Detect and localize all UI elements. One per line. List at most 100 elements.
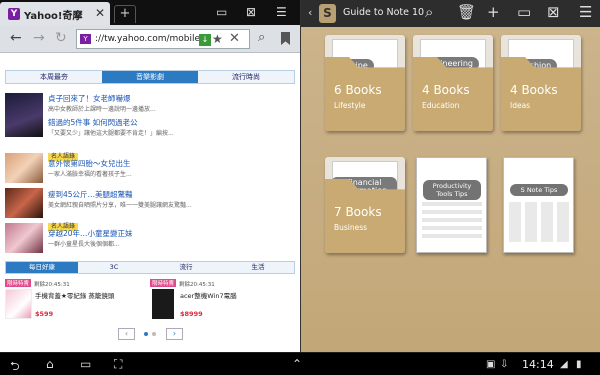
news-headline[interactable]: 意外懷第四胎～女兒出生: [48, 158, 131, 170]
news-headline[interactable]: 錯過的5件事 如何閃過老公: [48, 117, 138, 129]
note-title: Productivity Tools Tips: [423, 180, 481, 200]
yahoo-favicon-icon: Y: [80, 34, 91, 44]
folder-count: 4 Books: [510, 83, 558, 97]
folder-lifestyle[interactable]: Recipe 6 Books Lifestyle: [325, 35, 405, 131]
clock: 14:14: [522, 358, 554, 371]
note-preview: [509, 202, 569, 242]
snote-app-icon[interactable]: S: [319, 4, 336, 23]
prev-page-button[interactable]: ‹: [118, 328, 135, 340]
delete-icon[interactable]: 🗑: [457, 3, 476, 21]
product-price: $599: [35, 310, 54, 318]
search-icon[interactable]: ⌕: [258, 30, 265, 45]
note-productivity-tips[interactable]: Productivity Tools Tips: [416, 157, 487, 253]
add-icon[interactable]: +: [487, 3, 500, 21]
browser-window: Y Yahoo!奇摩 ✕ + ▭ ⊠ ☰ ← → ↻ Y ://tw.yahoo…: [0, 0, 300, 352]
news-summary: 美女網紅親自晒照片分享，唯一一雙美腿讓網友驚豔...: [48, 202, 192, 209]
wifi-icon: ◢: [560, 359, 568, 370]
back-nav-icon[interactable]: ⮌: [10, 357, 20, 375]
daily-tab-deals[interactable]: 每日好康: [6, 262, 78, 273]
product-image: [152, 289, 174, 319]
web-page: 本周最夯 音樂影劇 流行時尚 貞子回來了！女老師嚇爆 高中女教師於上課時一邊說明…: [0, 53, 300, 352]
url-text: ://tw.yahoo.com/mobile/: [95, 34, 204, 44]
news-item[interactable]: 名人語錄 意外懷第四胎～女兒出生 一家人滿臉幸福的看著孩子生...: [5, 153, 295, 187]
product-name: acer整機Win7電腦: [180, 292, 237, 300]
bookmark-icon[interactable]: [281, 32, 290, 45]
sale-tag: 限時特賣: [5, 279, 32, 287]
browser-tab-bar: Y Yahoo!奇摩 ✕ + ▭ ⊠ ☰: [0, 0, 300, 25]
note-title: S Note Tips: [510, 184, 568, 196]
folder-count: 7 Books: [334, 205, 382, 219]
news-headline[interactable]: 瘦到45公斤…美腿超驚豔: [48, 189, 133, 201]
product-card[interactable]: 限時特賣 剩餘20:45:31 acer整機Win7電腦 $8999: [150, 279, 290, 325]
daily-tab-fashion[interactable]: 流行: [150, 262, 222, 273]
news-headline[interactable]: 貞子回來了！女老師嚇爆: [48, 93, 131, 105]
page-dot-active: [144, 332, 148, 336]
download-icon: ⇩: [500, 359, 509, 370]
news-item[interactable]: 貞子回來了！女老師嚇爆 高中女教師於上課時一邊說明一邊播放... 錯過的5件事 …: [5, 93, 295, 141]
home-icon[interactable]: ⌂: [46, 357, 54, 371]
folder-education[interactable]: Engineering 4 Books Education: [413, 35, 493, 131]
countdown: 剩餘20:45:31: [179, 282, 215, 288]
split-view-icon[interactable]: ▭: [517, 3, 531, 21]
yahoo-logo-icon: Y: [8, 8, 20, 20]
split-view-icon[interactable]: ▭: [216, 5, 227, 19]
menu-icon[interactable]: ☰: [276, 5, 287, 19]
news-summary: 高中女教師於上課時一邊說明一邊播放...: [48, 106, 156, 113]
daily-deal-tabs: 每日好康 3C 流行 生活: [5, 261, 295, 274]
next-page-button[interactable]: ›: [166, 328, 183, 340]
news-thumbnail: [5, 223, 43, 253]
tab-title: Yahoo!奇摩: [24, 11, 83, 22]
category-tab-weekly[interactable]: 本周最夯: [6, 71, 102, 83]
folder-ideas[interactable]: Fashion 4 Books Ideas: [501, 35, 581, 131]
news-summary: 「又要又少」讓他這大腿都要不肯走！」編按...: [48, 130, 174, 137]
category-tab-fashion[interactable]: 流行時尚: [198, 71, 294, 83]
folder-category: Lifestyle: [334, 101, 366, 110]
forward-arrow-icon[interactable]: →: [33, 30, 45, 46]
countdown: 剩餘20:45:31: [34, 282, 70, 288]
search-icon[interactable]: ⌕: [425, 3, 433, 21]
gallery-icon: ▣: [486, 359, 496, 370]
snote-action-bar: ‹ S Guide to Note 10 ⌕ 🗑 + ▭ ⊠ ☰: [301, 0, 600, 27]
news-thumbnail: [5, 188, 43, 218]
snote-title: Guide to Note 10: [343, 7, 425, 18]
product-card[interactable]: 限時特賣 剩餘20:45:31 手機背蓋★零紀錄 蒸籠鏡頭 $599: [5, 279, 145, 325]
recent-apps-icon[interactable]: ▭: [80, 357, 91, 371]
folder-count: 4 Books: [422, 83, 470, 97]
star-icon[interactable]: ★: [212, 32, 223, 46]
folder-business[interactable]: Financial Information 7 Books Business: [325, 157, 405, 253]
folder-category: Ideas: [510, 101, 531, 110]
browser-tab-yahoo[interactable]: Y Yahoo!奇摩 ✕: [0, 2, 110, 25]
news-summary: 一家人滿臉幸福的看著孩子生...: [48, 171, 132, 178]
news-summary: 一群小童星長大後個個都...: [48, 241, 120, 248]
download-icon[interactable]: ↓: [199, 34, 211, 46]
category-tabs: 本周最夯 音樂影劇 流行時尚: [5, 70, 295, 84]
chevron-up-icon[interactable]: ⌃: [292, 357, 302, 371]
back-icon[interactable]: ‹: [308, 6, 312, 19]
news-headline[interactable]: 穿越20年…小童星變正妹: [48, 228, 133, 240]
daily-tab-3c[interactable]: 3C: [78, 262, 150, 273]
sale-tag: 限時特賣: [150, 279, 177, 287]
url-input[interactable]: Y ://tw.yahoo.com/mobile/: [76, 29, 250, 49]
note-preview: [422, 202, 482, 242]
close-window-icon[interactable]: ⊠: [246, 5, 256, 19]
pager: ‹ ›: [118, 328, 188, 341]
category-tab-music[interactable]: 音樂影劇: [102, 71, 198, 83]
daily-tab-life[interactable]: 生活: [222, 262, 294, 273]
new-tab-button[interactable]: +: [114, 5, 136, 23]
menu-icon[interactable]: ☰: [579, 3, 592, 21]
battery-icon: ▮: [576, 359, 582, 370]
refresh-icon[interactable]: ↻: [55, 30, 67, 46]
news-item[interactable]: 名人語錄 穿越20年…小童星變正妹 一群小童星長大後個個都...: [5, 223, 295, 255]
back-arrow-icon[interactable]: ←: [10, 30, 22, 46]
screenshot-icon[interactable]: ⛶: [114, 357, 122, 372]
product-name: 手機背蓋★零紀錄 蒸籠鏡頭: [35, 292, 115, 300]
close-window-icon[interactable]: ⊠: [547, 3, 560, 21]
clear-url-icon[interactable]: ✕: [229, 31, 240, 46]
folder-count: 6 Books: [334, 83, 382, 97]
system-nav-bar: ⮌ ⌂ ▭ ⛶ ⌃ ▣ ⇩ 14:14 ◢ ▮: [0, 352, 600, 375]
news-item[interactable]: 瘦到45公斤…美腿超驚豔 美女網紅親自晒照片分享，唯一一雙美腿讓網友驚豔...: [5, 188, 295, 220]
note-snote-tips[interactable]: S Note Tips: [503, 157, 574, 253]
product-image: [5, 289, 32, 319]
folder-category: Business: [334, 223, 368, 232]
close-tab-icon[interactable]: ✕: [95, 6, 105, 20]
